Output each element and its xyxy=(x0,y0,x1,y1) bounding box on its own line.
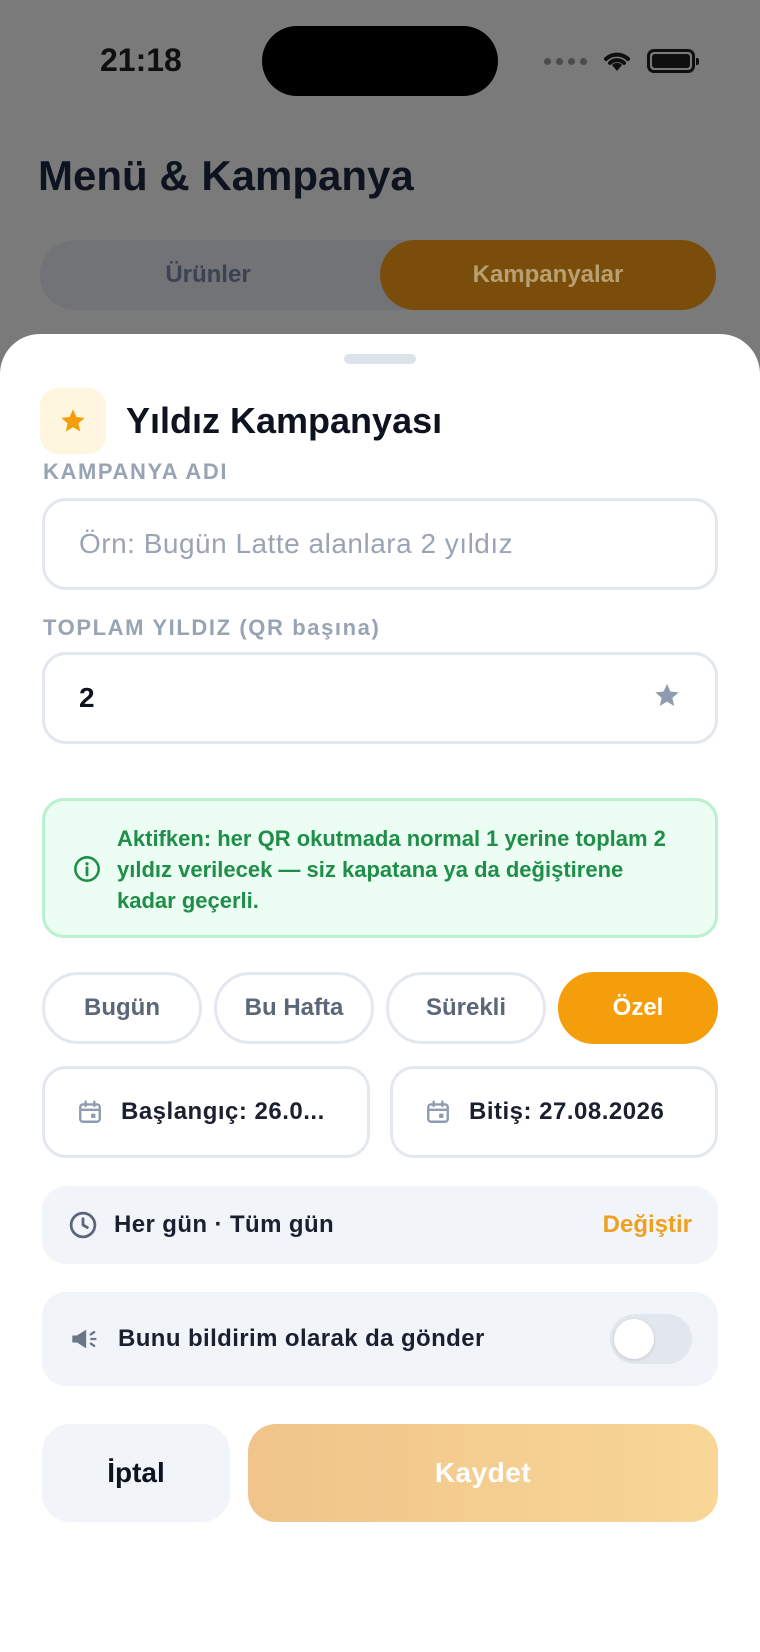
calendar-icon xyxy=(79,1100,101,1123)
change-schedule-link[interactable]: Değiştir xyxy=(603,1211,692,1239)
info-text: Aktifken: her QR okutmada normal 1 yerin… xyxy=(117,826,666,913)
signal-icon xyxy=(544,57,587,65)
cancel-button[interactable]: İptal xyxy=(42,1424,230,1522)
campaign-name-placeholder: Örn: Bugün Latte alanlara 2 yıldız xyxy=(79,528,514,559)
megaphone-icon xyxy=(72,1329,97,1349)
save-button[interactable]: Kaydet xyxy=(248,1424,718,1522)
info-icon xyxy=(73,855,101,888)
chip-today[interactable]: Bugün xyxy=(42,972,202,1044)
sheet-header: Yıldız Kampanyası xyxy=(40,388,442,454)
end-date-text: Bitiş: 27.08.2026 xyxy=(469,1098,665,1125)
star-icon xyxy=(40,388,106,454)
schedule-row[interactable]: Her gün · Tüm gün Değiştir xyxy=(42,1186,718,1264)
sheet-title: Yıldız Kampanyası xyxy=(126,400,443,441)
total-stars-label: TOPLAM YILDIZ (QR başına) xyxy=(43,615,381,640)
notification-row: Bunu bildirim olarak da gönder xyxy=(42,1292,718,1386)
tab-campaigns[interactable]: Kampanyalar xyxy=(380,240,716,310)
start-date-text: Başlangıç: 26.0... xyxy=(121,1098,325,1125)
sheet-handle[interactable] xyxy=(344,354,416,364)
status-icons xyxy=(544,44,699,78)
calendar-icon xyxy=(427,1100,449,1123)
status-time: 21:18 xyxy=(100,42,182,78)
tab-products[interactable]: Ürünler xyxy=(40,240,376,310)
campaign-name-input[interactable]: Örn: Bugün Latte alanlara 2 yıldız xyxy=(42,498,718,590)
notification-toggle[interactable] xyxy=(610,1314,692,1364)
star-icon xyxy=(653,682,681,715)
clock-icon xyxy=(69,1211,97,1239)
battery-icon xyxy=(647,49,699,73)
schedule-text: Her gün · Tüm gün xyxy=(114,1211,335,1238)
notification-text: Bunu bildirim olarak da gönder xyxy=(118,1325,485,1352)
chip-this-week[interactable]: Bu Hafta xyxy=(214,972,374,1044)
total-stars-input[interactable]: 2 xyxy=(42,652,718,744)
dynamic-island xyxy=(262,26,498,96)
duration-chips: Bugün Bu Hafta Sürekli Özel xyxy=(42,972,718,1044)
chip-continuous[interactable]: Sürekli xyxy=(386,972,546,1044)
end-date-button[interactable]: Bitiş: 27.08.2026 xyxy=(390,1066,718,1158)
segmented-tabs: Ürünler Kampanyalar xyxy=(40,240,716,310)
total-stars-value: 2 xyxy=(79,682,95,713)
campaign-name-label: KAMPANYA ADI xyxy=(43,459,229,484)
page-title: Menü & Kampanya xyxy=(38,152,414,199)
info-banner: Aktifken: her QR okutmada normal 1 yerin… xyxy=(42,798,718,938)
start-date-button[interactable]: Başlangıç: 26.0... xyxy=(42,1066,370,1158)
campaign-sheet: Yıldız Kampanyası KAMPANYA ADI Örn: Bugü… xyxy=(0,334,760,1652)
chip-custom[interactable]: Özel xyxy=(558,972,718,1044)
wifi-icon xyxy=(604,52,630,71)
